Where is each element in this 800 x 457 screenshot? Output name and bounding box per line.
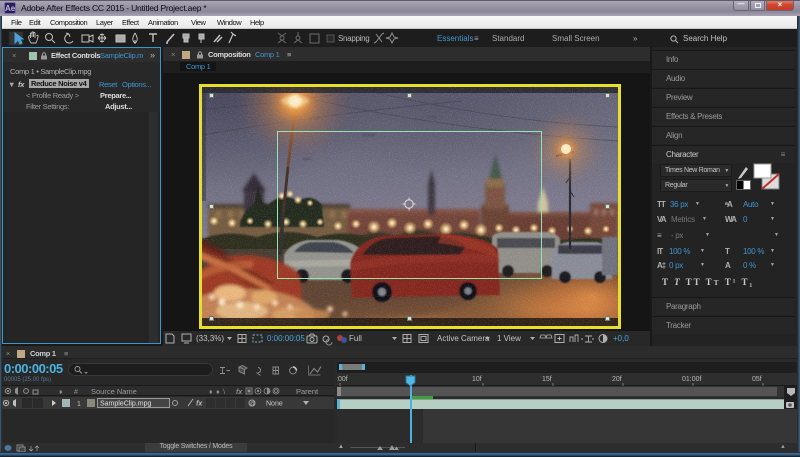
svg-text:Parent: Parent (296, 387, 319, 396)
svg-text:SampleClip.mpg: SampleClip.mpg (100, 401, 151, 408)
svg-text:None: None (266, 401, 283, 408)
svg-text:fx: fx (236, 389, 243, 396)
svg-text::00f: :00f (337, 376, 348, 383)
svg-text:fx: fx (196, 401, 203, 408)
svg-text:Snapping: Snapping (338, 34, 369, 43)
svg-text:♦♦\: ♦♦\ (209, 389, 229, 396)
svg-text:20f: 20f (612, 376, 622, 383)
svg-text:Source Name: Source Name (91, 387, 137, 396)
svg-text:#: # (74, 389, 78, 396)
svg-text:05f: 05f (752, 376, 762, 383)
svg-text:01:00f: 01:00f (682, 376, 702, 383)
svg-text:1: 1 (77, 401, 81, 408)
svg-text:10f: 10f (472, 376, 482, 383)
svg-text:15f: 15f (542, 376, 552, 383)
svg-text:♦: ♦ (59, 389, 63, 396)
svg-text:@: @ (250, 401, 256, 407)
